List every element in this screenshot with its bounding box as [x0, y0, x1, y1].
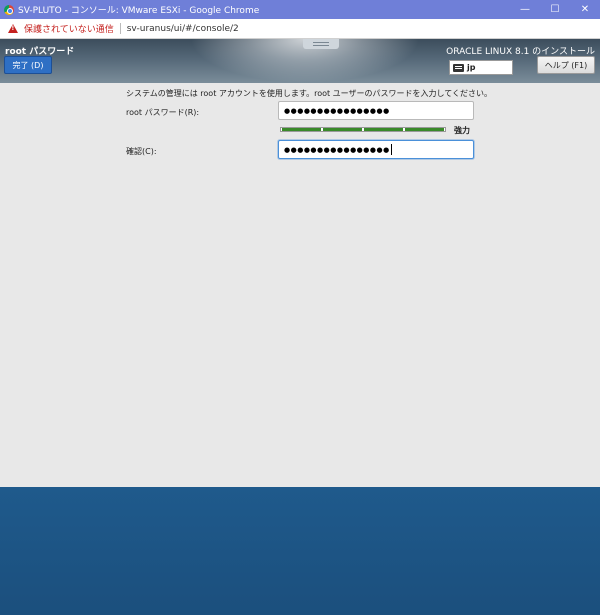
address-separator — [119, 23, 121, 34]
warning-icon[interactable] — [8, 24, 18, 33]
window-title: SV-PLUTO - コンソール: VMware ESXi - Google C… — [18, 6, 260, 16]
strength-label: 強力 — [454, 126, 470, 135]
url-text[interactable]: sv-uranus/ui/#/console/2 — [127, 24, 239, 34]
address-bar[interactable]: 保護されていない通信 sv-uranus/ui/#/console/2 — [0, 19, 600, 39]
minimize-button[interactable]: — — [510, 0, 540, 19]
strength-segment — [282, 128, 321, 131]
done-button[interactable]: 完了 (D) — [4, 56, 52, 74]
confirm-label: 確認(C): — [126, 147, 157, 156]
text-caret — [390, 144, 392, 155]
confirm-value: ●●●●●●●●●●●●●●●● — [284, 145, 390, 154]
installer-header: root パスワード 完了 (D) ORACLE LINUX 8.1 のインスト… — [0, 39, 600, 83]
confirm-password-field[interactable]: ●●●●●●●●●●●●●●●● — [278, 140, 474, 159]
keyboard-layout-indicator[interactable]: jp — [449, 60, 513, 75]
bottom-panel — [0, 487, 600, 615]
keyboard-icon — [453, 63, 464, 72]
strength-segment — [364, 128, 403, 131]
keyboard-layout-label: jp — [467, 63, 476, 72]
strength-segment — [323, 128, 362, 131]
maximize-button[interactable]: ☐ — [540, 0, 570, 19]
console-toolbar-handle[interactable] — [303, 39, 339, 49]
password-strength-meter — [280, 127, 446, 132]
browser-title-bar: SV-PLUTO - コンソール: VMware ESXi - Google C… — [0, 0, 600, 19]
close-button[interactable]: ✕ — [570, 0, 600, 19]
security-status[interactable]: 保護されていない通信 — [24, 22, 114, 35]
password-label: root パスワード(R): — [126, 108, 200, 117]
help-button[interactable]: ヘルプ (F1) — [537, 56, 595, 74]
strength-segment — [405, 128, 444, 131]
instructions-text: システムの管理には root アカウントを使用します。root ユーザーのパスワ… — [126, 89, 493, 98]
password-value: ●●●●●●●●●●●●●●●● — [284, 106, 390, 115]
chrome-icon — [4, 4, 14, 15]
password-field[interactable]: ●●●●●●●●●●●●●●●● — [278, 101, 474, 120]
password-form: システムの管理には root アカウントを使用します。root ユーザーのパスワ… — [0, 83, 600, 487]
